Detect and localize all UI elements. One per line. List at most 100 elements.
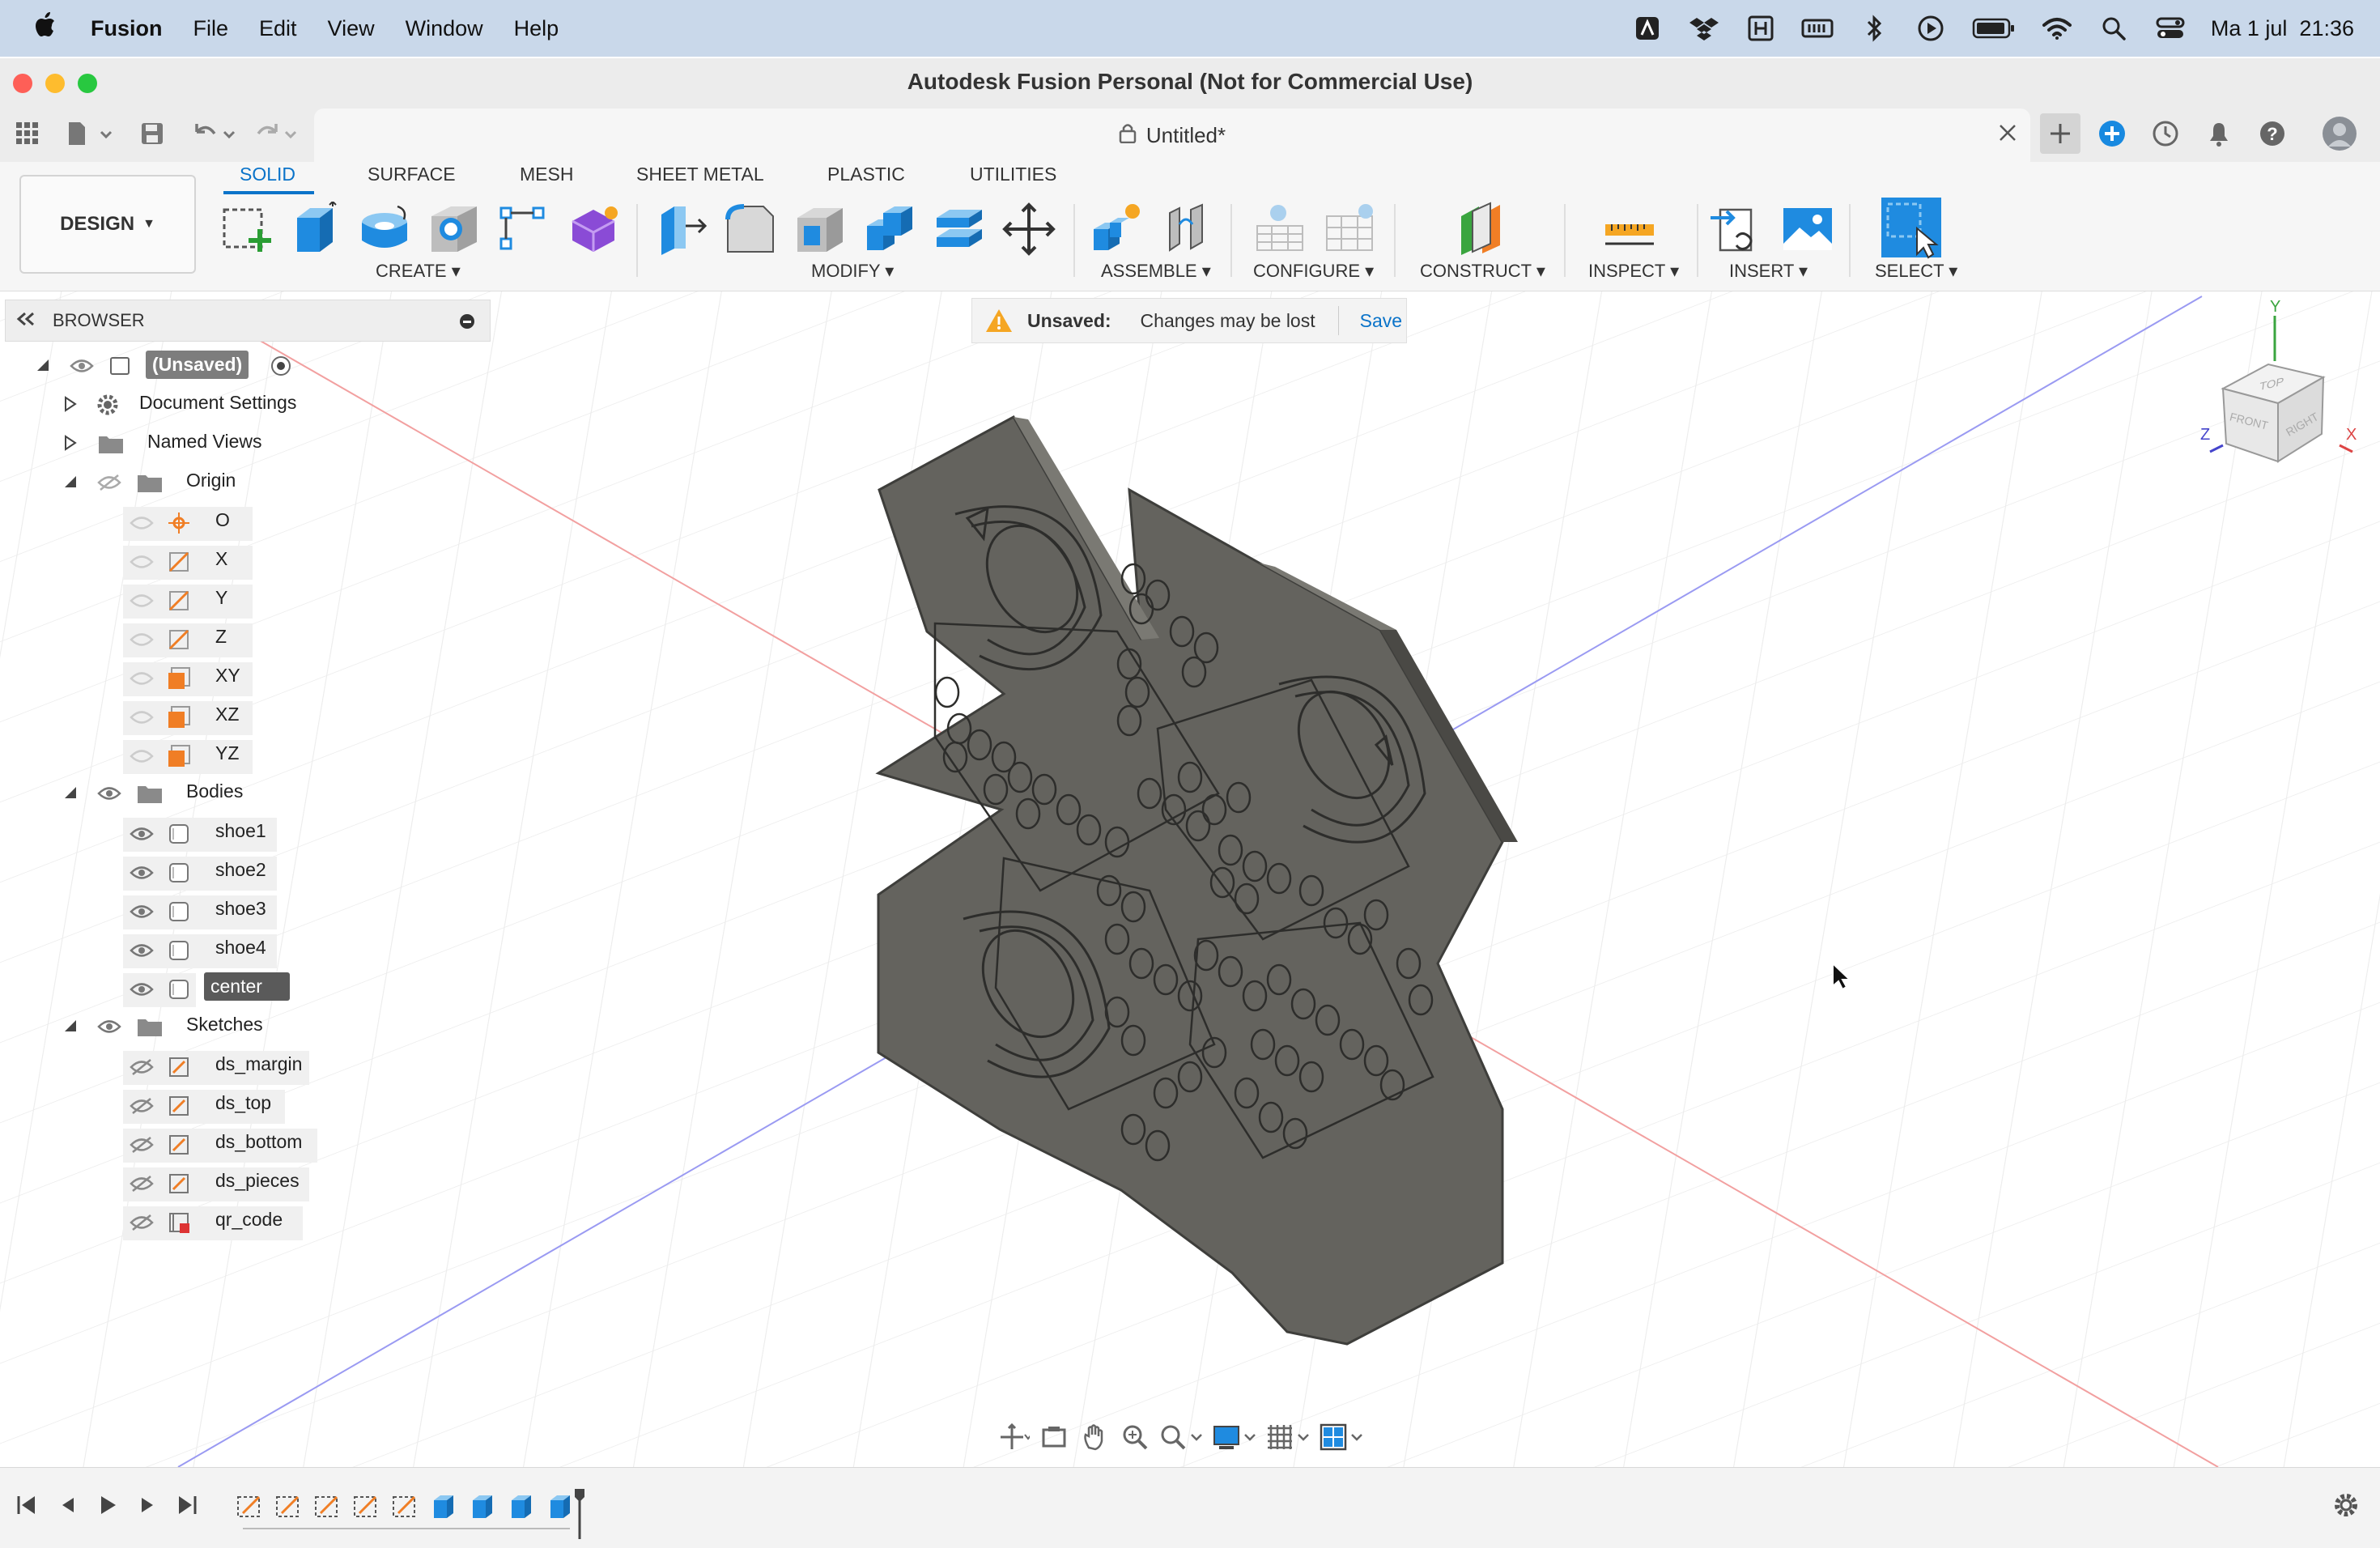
- timeline-sketch-icon[interactable]: [274, 1492, 303, 1521]
- visibility-eye-icon[interactable]: [130, 903, 154, 921]
- visibility-eye-icon[interactable]: [70, 357, 94, 375]
- named-views-label[interactable]: Named Views: [141, 427, 268, 456]
- timeline-extrude-icon[interactable]: [468, 1492, 497, 1521]
- zoom-window-button[interactable]: [78, 74, 97, 93]
- autodesk-icon[interactable]: [1631, 12, 1664, 45]
- sketches-label[interactable]: Sketches: [180, 1010, 270, 1039]
- workspace-switcher[interactable]: DESIGN ▼: [19, 175, 196, 274]
- 3d-viewport[interactable]: TOP FRONT RIGHT Y X Z: [0, 291, 2380, 1467]
- body-center-label[interactable]: center: [204, 972, 290, 1001]
- origin-label[interactable]: Origin: [180, 466, 242, 495]
- hole-icon[interactable]: [426, 201, 482, 257]
- hidden-eye-icon[interactable]: [130, 708, 154, 726]
- wifi-icon[interactable]: [2041, 12, 2073, 45]
- hyperkey-icon[interactable]: [1745, 12, 1777, 45]
- menu-help[interactable]: Help: [514, 16, 559, 41]
- redo-icon[interactable]: [253, 117, 301, 151]
- origin-y-label[interactable]: Y: [209, 584, 234, 612]
- extensions-icon[interactable]: [2095, 117, 2129, 151]
- timeline-sketch-icon[interactable]: [351, 1492, 380, 1521]
- hidden-eye-icon[interactable]: [130, 1136, 154, 1154]
- menu-view[interactable]: View: [328, 16, 375, 41]
- display-settings-icon[interactable]: [1213, 1421, 1258, 1453]
- select-group-label[interactable]: SELECT ▾: [1875, 261, 1957, 282]
- measure-icon[interactable]: [1601, 201, 1658, 257]
- combine-icon[interactable]: [861, 201, 918, 257]
- go-to-end-icon[interactable]: [172, 1489, 204, 1521]
- body-shoe4-label[interactable]: shoe4: [209, 933, 273, 962]
- select-icon[interactable]: [1880, 196, 1943, 259]
- tab-sheet-metal[interactable]: SHEET METAL: [636, 164, 764, 185]
- hidden-eye-icon[interactable]: [130, 514, 154, 532]
- hidden-eye-icon[interactable]: [130, 631, 154, 649]
- document-settings-label[interactable]: Document Settings: [133, 389, 303, 417]
- collapse-browser-icon[interactable]: [15, 310, 40, 331]
- viewports-icon[interactable]: [1320, 1421, 1365, 1453]
- timeline-marker[interactable]: [573, 1487, 586, 1545]
- create-sketch-icon[interactable]: [219, 201, 275, 257]
- step-back-icon[interactable]: [50, 1489, 83, 1521]
- visibility-eye-icon[interactable]: [130, 864, 154, 882]
- insert-canvas-icon[interactable]: [1779, 201, 1836, 257]
- activate-radio-icon[interactable]: [269, 354, 293, 378]
- save-link[interactable]: Save: [1360, 310, 1402, 332]
- visibility-eye-icon[interactable]: [97, 785, 121, 802]
- tab-plastic[interactable]: PLASTIC: [827, 164, 905, 185]
- insert-derive-icon[interactable]: [1708, 201, 1765, 257]
- timeline-sketch-icon[interactable]: [390, 1492, 419, 1521]
- fit-window-icon[interactable]: [1159, 1421, 1205, 1453]
- fillet-icon[interactable]: [722, 201, 779, 257]
- timeline-sketch-icon[interactable]: [235, 1492, 264, 1521]
- go-to-start-icon[interactable]: [10, 1489, 42, 1521]
- visibility-eye-icon[interactable]: [130, 942, 154, 959]
- joint-icon[interactable]: [1158, 201, 1214, 257]
- minimize-window-button[interactable]: [45, 74, 65, 93]
- grid-menu-icon[interactable]: [11, 117, 44, 151]
- hidden-eye-icon[interactable]: [130, 1058, 154, 1076]
- timeline-extrude-icon[interactable]: [546, 1492, 575, 1521]
- menubar-datetime[interactable]: Ma 1 jul 21:36: [2211, 16, 2354, 41]
- expand-toggle-icon[interactable]: [34, 356, 52, 374]
- apple-logo-icon[interactable]: [32, 11, 65, 46]
- sketch-ds-margin-label[interactable]: ds_margin: [209, 1050, 308, 1078]
- memory-icon[interactable]: [1801, 12, 1834, 45]
- expand-toggle-icon[interactable]: [62, 1017, 79, 1035]
- visibility-eye-icon[interactable]: [97, 1018, 121, 1036]
- step-forward-icon[interactable]: [131, 1489, 164, 1521]
- origin-o-label[interactable]: O: [209, 506, 236, 534]
- dropbox-icon[interactable]: [1688, 12, 1720, 45]
- expand-toggle-icon[interactable]: [62, 395, 79, 413]
- zoom-icon[interactable]: [1119, 1421, 1151, 1453]
- body-shoe2-label[interactable]: shoe2: [209, 856, 273, 884]
- new-component-icon[interactable]: [1088, 201, 1145, 257]
- hidden-eye-icon[interactable]: [130, 1175, 154, 1193]
- hidden-eye-icon[interactable]: [130, 592, 154, 610]
- grid-snaps-icon[interactable]: [1266, 1421, 1311, 1453]
- close-tab-icon[interactable]: [1998, 123, 2017, 148]
- revolve-icon[interactable]: [356, 201, 413, 257]
- expand-toggle-icon[interactable]: [62, 784, 79, 802]
- new-tab-icon[interactable]: [2040, 113, 2080, 154]
- menu-file[interactable]: File: [193, 16, 229, 41]
- sketch-ds-bottom-label[interactable]: ds_bottom: [209, 1128, 308, 1156]
- origin-xz-label[interactable]: XZ: [209, 700, 245, 729]
- pan-hand-icon[interactable]: [1078, 1421, 1111, 1453]
- create-group-label[interactable]: CREATE ▾: [376, 261, 461, 282]
- construct-group-label[interactable]: CONSTRUCT ▾: [1420, 261, 1545, 282]
- hidden-eye-icon[interactable]: [130, 747, 154, 765]
- body-shoe3-label[interactable]: shoe3: [209, 895, 273, 923]
- visibility-eye-icon[interactable]: [130, 825, 154, 843]
- menu-edit[interactable]: Edit: [259, 16, 297, 41]
- configure-group-label[interactable]: CONFIGURE ▾: [1253, 261, 1374, 282]
- bodies-label[interactable]: Bodies: [180, 777, 249, 806]
- menu-window[interactable]: Window: [406, 16, 483, 41]
- tab-mesh[interactable]: MESH: [520, 164, 573, 185]
- inspect-group-label[interactable]: INSPECT ▾: [1588, 261, 1679, 282]
- body-shoe1-label[interactable]: shoe1: [209, 817, 273, 845]
- insert-group-label[interactable]: INSERT ▾: [1729, 261, 1808, 282]
- tab-surface[interactable]: SURFACE: [368, 164, 456, 185]
- press-pull-icon[interactable]: [652, 201, 709, 257]
- form-icon[interactable]: [565, 201, 622, 257]
- view-cube[interactable]: TOP FRONT RIGHT Y X Z: [2194, 298, 2364, 486]
- expand-toggle-icon[interactable]: [62, 473, 79, 491]
